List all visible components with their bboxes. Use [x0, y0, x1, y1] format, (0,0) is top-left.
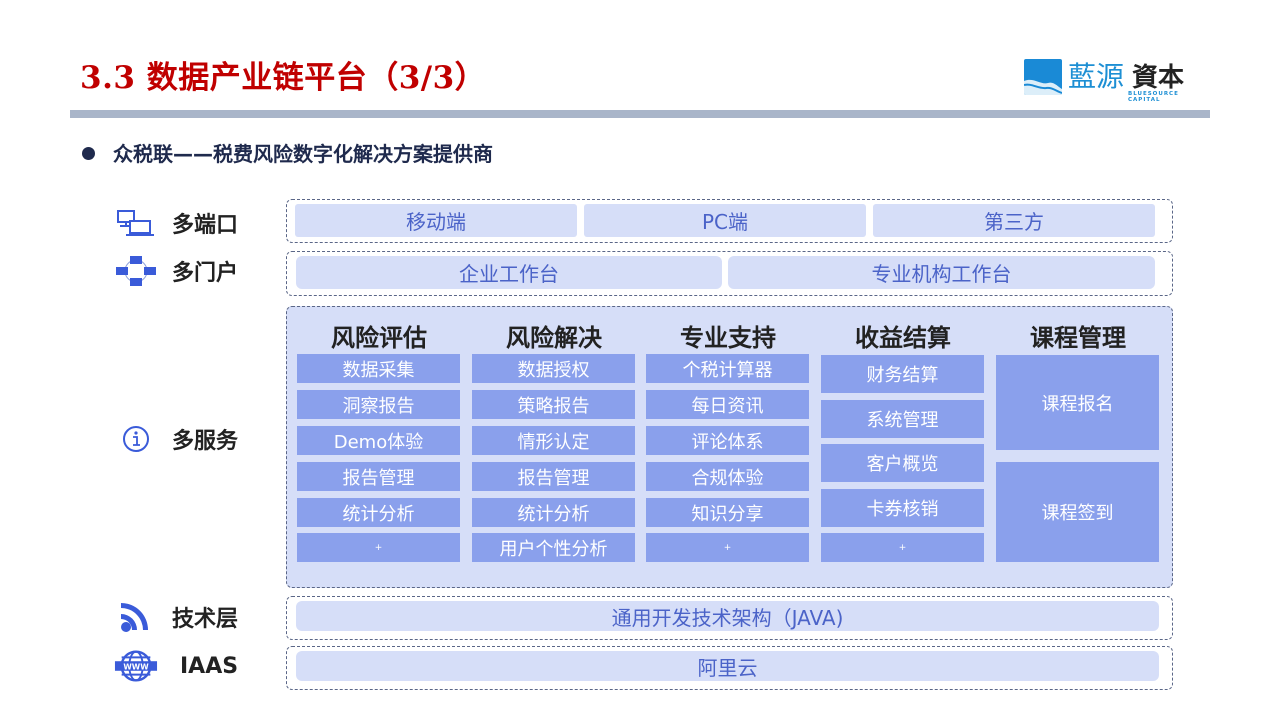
layer-label-text: 技术层 — [172, 607, 239, 632]
network-icon — [114, 256, 158, 286]
logo-mark-icon — [1024, 59, 1062, 95]
subtitle-text: 众税联——税费风险数字化解决方案提供商 — [113, 142, 493, 166]
subtitle: 众税联——税费风险数字化解决方案提供商 — [82, 138, 493, 167]
service-item: 用户个性分析 — [472, 533, 635, 562]
service-column-title: 风险评估 — [331, 324, 427, 352]
service-item: 课程报名 — [996, 355, 1159, 450]
service-item: 课程签到 — [996, 462, 1159, 562]
service-item: Demo体验 — [297, 426, 460, 455]
service-item: 合规体验 — [646, 462, 809, 491]
bluesource-logo: 藍源 資本 BLUESOURCE CAPITAL — [1024, 55, 1200, 103]
layer-label-text: 多门户 — [172, 261, 239, 286]
svg-text:WWW: WWW — [123, 662, 149, 671]
service-item: 数据采集 — [297, 354, 460, 383]
service-column-title: 收益结算 — [855, 324, 951, 352]
rss-icon — [114, 602, 158, 632]
service-item-add: + — [821, 533, 984, 562]
service-item: 统计分析 — [472, 498, 635, 527]
info-icon — [114, 424, 158, 454]
iaas-cell: 阿里云 — [296, 651, 1159, 681]
terminal-cell: 移动端 — [295, 204, 577, 237]
logo-text-cn-sub: 資本 — [1132, 63, 1185, 93]
service-item: 情形认定 — [472, 426, 635, 455]
service-item-add: + — [297, 533, 460, 562]
service-item: 个税计算器 — [646, 354, 809, 383]
layer-label-text: 多端口 — [172, 213, 239, 238]
service-item: 客户概览 — [821, 444, 984, 482]
service-item: 报告管理 — [472, 462, 635, 491]
layer-label-text: IAAS — [180, 653, 239, 679]
service-item: 策略报告 — [472, 390, 635, 419]
service-item: 统计分析 — [297, 498, 460, 527]
service-item: 卡券核销 — [821, 489, 984, 527]
terminal-cell: 第三方 — [873, 204, 1155, 237]
service-item-add: + — [646, 533, 809, 562]
portal-cell: 企业工作台 — [296, 256, 722, 289]
layer-label-portals: 多门户 — [114, 256, 274, 286]
bullet-icon — [82, 147, 95, 160]
layer-label-services: 多服务 — [114, 424, 274, 454]
layer-label-iaas: WWW IAAS — [114, 650, 274, 682]
service-item: 报告管理 — [297, 462, 460, 491]
service-item: 洞察报告 — [297, 390, 460, 419]
tech-cell: 通用开发技术架构（JAVA) — [296, 601, 1159, 631]
portal-cell: 专业机构工作台 — [728, 256, 1155, 289]
terminal-cell: PC端 — [584, 204, 866, 237]
page-title: 3.3 数据产业链平台（3/3） — [80, 60, 487, 96]
service-item: 评论体系 — [646, 426, 809, 455]
service-column-title: 课程管理 — [1030, 324, 1126, 352]
logo-text-cn-main: 藍源 — [1068, 60, 1125, 93]
layer-label-terminals: 多端口 — [114, 208, 274, 238]
service-item: 知识分享 — [646, 498, 809, 527]
www-globe-icon: WWW — [114, 650, 158, 682]
devices-icon — [114, 208, 158, 238]
service-item: 财务结算 — [821, 355, 984, 393]
service-item: 每日资讯 — [646, 390, 809, 419]
service-column-title: 专业支持 — [680, 324, 776, 352]
layer-label-tech: 技术层 — [114, 602, 274, 632]
logo-text-en: BLUESOURCE CAPITAL — [1128, 91, 1179, 103]
service-item: 系统管理 — [821, 400, 984, 438]
service-item: 数据授权 — [472, 354, 635, 383]
service-column-title: 风险解决 — [506, 324, 602, 352]
layer-label-text: 多服务 — [172, 429, 239, 454]
header-divider — [70, 110, 1210, 118]
